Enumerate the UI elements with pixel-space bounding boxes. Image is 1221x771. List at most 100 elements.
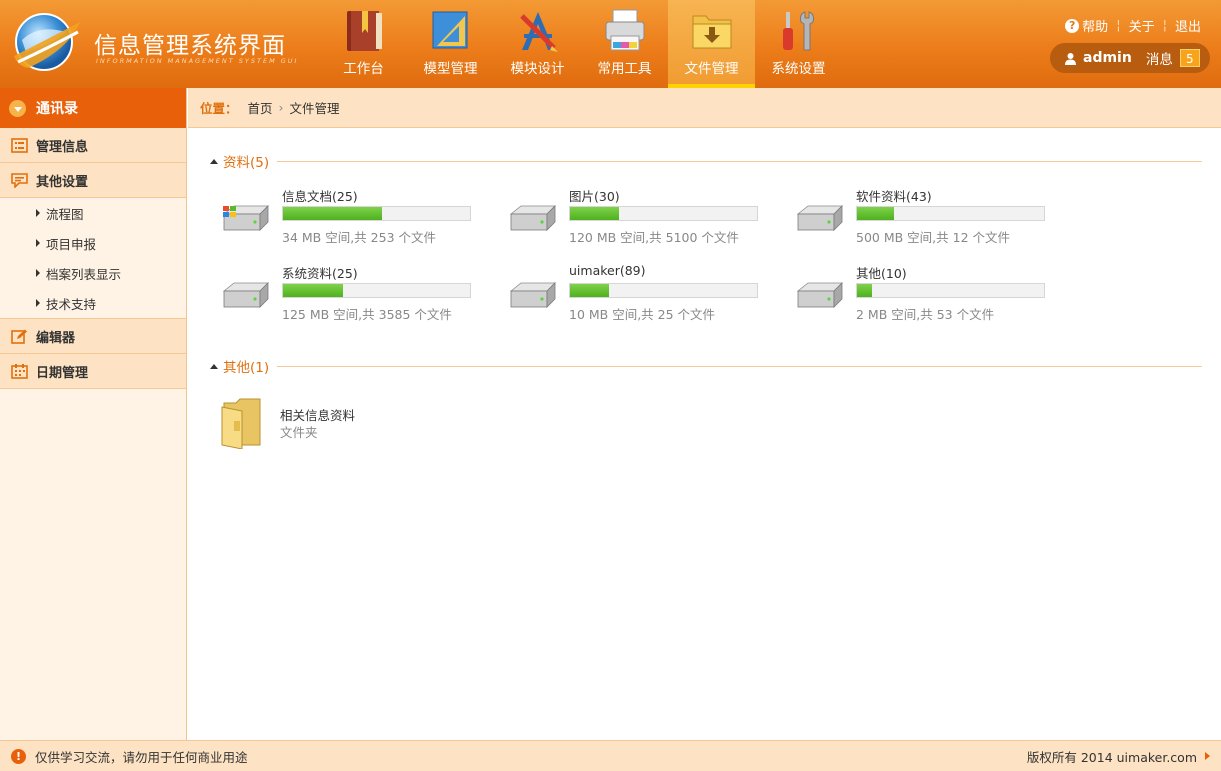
sidebar-subitem-label: 流程图	[46, 206, 84, 222]
collapse-icon	[210, 363, 218, 369]
drive-info: 125 MB 空间,共 3585 个文件	[282, 307, 452, 322]
drive-info: 34 MB 空间,共 253 个文件	[282, 230, 436, 245]
logout-link[interactable]: 退出	[1175, 16, 1201, 35]
nav-label: 常用工具	[597, 61, 652, 77]
chat-icon	[11, 172, 28, 188]
globe-logo-icon	[14, 13, 80, 71]
divider	[277, 365, 1202, 367]
app-title: 信息管理系统界面	[94, 33, 286, 59]
usage-progress-bar	[282, 206, 471, 221]
usage-progress-bar	[282, 283, 471, 298]
usage-progress-fill	[570, 207, 619, 220]
sidebar-item-other-settings[interactable]: 其他设置	[0, 163, 186, 198]
drive-icon	[509, 205, 556, 231]
breadcrumb-prefix: 位置：	[200, 101, 238, 116]
usage-progress-fill	[570, 284, 610, 297]
main-content: 资料(5) 信息文档(25) 34 MB 空间,共 253 个文件 图片(30) 12…	[188, 129, 1221, 740]
sidebar: 通讯录 管理信息 其他设置 流程图 项目申报 档案列表显示 技术支持 编辑器 日…	[0, 88, 187, 740]
help-icon[interactable]: ?	[1065, 18, 1080, 33]
section-title: 其他(1)	[223, 360, 270, 376]
breadcrumb-home-link[interactable]: 首页	[248, 98, 273, 117]
sidebar-item-editor[interactable]: 编辑器	[0, 319, 186, 354]
ruler-icon	[432, 11, 468, 49]
drive-item[interactable]: uimaker(89) 10 MB 空间,共 25 个文件	[507, 263, 787, 323]
sidebar-item-label: 编辑器	[36, 330, 76, 346]
drive-info: 10 MB 空间,共 25 个文件	[569, 307, 716, 322]
caret-right-icon	[36, 269, 40, 277]
sidebar-subitem-project-apply[interactable]: 项目申报	[0, 228, 186, 258]
divider	[277, 160, 1202, 162]
design-tools-icon	[520, 12, 558, 52]
nav-item-system-settings[interactable]: 系统设置	[755, 0, 842, 88]
list-icon	[11, 137, 28, 153]
caret-right-icon	[1205, 752, 1210, 760]
breadcrumb-current: 文件管理	[289, 101, 340, 116]
user-icon	[1065, 52, 1076, 65]
usage-progress-bar	[569, 283, 758, 298]
drive-icon	[796, 282, 843, 308]
sidebar-item-date-management[interactable]: 日期管理	[0, 354, 186, 389]
top-header: 信息管理系统界面 INFORMATION MANAGEMENT SYSTEM G…	[0, 0, 1221, 88]
nav-item-workbench[interactable]: 工作台	[320, 0, 407, 88]
main-nav: 工作台 模型管理 模块设计 常用工具 文件管理 系统设置	[320, 0, 842, 88]
nav-label: 模型管理	[423, 61, 478, 77]
drive-name: 其他(10)	[856, 266, 907, 281]
usage-progress-bar	[856, 206, 1045, 221]
nav-item-tools[interactable]: 常用工具	[581, 0, 668, 88]
nav-item-file-management[interactable]: 文件管理	[668, 0, 755, 88]
drive-item[interactable]: 信息文档(25) 34 MB 空间,共 253 个文件	[220, 186, 500, 246]
sidebar-item-label: 管理信息	[36, 139, 89, 155]
book-icon	[347, 11, 382, 51]
chevron-down-icon	[9, 99, 26, 117]
breadcrumb-separator-icon: ›	[278, 100, 284, 115]
sidebar-subitem-label: 档案列表显示	[46, 266, 122, 282]
drive-name: 软件资料(43)	[856, 189, 932, 204]
drive-item[interactable]: 系统资料(25) 125 MB 空间,共 3585 个文件	[220, 263, 500, 323]
drive-item[interactable]: 图片(30) 120 MB 空间,共 5100 个文件	[507, 186, 787, 246]
folder-item[interactable]: 相关信息资料 文件夹	[220, 397, 420, 453]
nav-item-model[interactable]: 模型管理	[407, 0, 494, 88]
sidebar-submenu: 流程图 项目申报 档案列表显示 技术支持	[0, 198, 186, 319]
nav-label: 系统设置	[771, 61, 826, 77]
nav-label: 模块设计	[510, 61, 565, 77]
caret-right-icon	[36, 209, 40, 217]
printer-icon	[605, 9, 645, 51]
drive-icon	[796, 205, 843, 231]
breadcrumb: 位置： 首页 › 文件管理	[188, 88, 1221, 128]
nav-item-module-design[interactable]: 模块设计	[494, 0, 581, 88]
collapse-icon	[210, 158, 218, 164]
footer-copyright[interactable]: 版权所有 2014 uimaker.com	[1027, 747, 1197, 766]
usage-progress-fill	[857, 207, 895, 220]
edit-icon	[11, 329, 27, 344]
section-other-header[interactable]: 其他(1)	[210, 356, 1202, 376]
drive-item[interactable]: 软件资料(43) 500 MB 空间,共 12 个文件	[794, 186, 1074, 246]
footer: ! 仅供学习交流，请勿用于任何商业用途 版权所有 2014 uimaker.co…	[0, 740, 1221, 771]
folder-type: 文件夹	[280, 425, 318, 440]
help-link[interactable]: 帮助	[1082, 16, 1108, 35]
message-count-badge[interactable]: 5	[1179, 49, 1200, 67]
usage-progress-fill	[283, 207, 383, 220]
drive-name: uimaker(89)	[569, 263, 646, 278]
footer-notice: 仅供学习交流，请勿用于任何商业用途	[35, 749, 248, 765]
sidebar-item-label: 其他设置	[36, 174, 89, 190]
drive-info: 120 MB 空间,共 5100 个文件	[569, 230, 739, 245]
about-link[interactable]: 关于	[1129, 16, 1155, 35]
sidebar-subitem-flowchart[interactable]: 流程图	[0, 198, 186, 228]
calendar-icon	[11, 363, 28, 379]
messages-link[interactable]: 消息	[1146, 48, 1173, 68]
sidebar-subitem-archive-list[interactable]: 档案列表显示	[0, 258, 186, 288]
sidebar-subitem-tech-support[interactable]: 技术支持	[0, 288, 186, 318]
folder-icon	[221, 398, 261, 449]
drive-item[interactable]: 其他(10) 2 MB 空间,共 53 个文件	[794, 263, 1074, 323]
usage-progress-fill	[283, 284, 343, 297]
section-data-header[interactable]: 资料(5)	[210, 151, 1202, 171]
folder-download-icon	[692, 15, 732, 49]
drive-info: 500 MB 空间,共 12 个文件	[856, 230, 1010, 245]
caret-right-icon	[36, 239, 40, 247]
sidebar-header[interactable]: 通讯录	[0, 88, 186, 128]
tools-icon	[783, 11, 814, 51]
sidebar-item-manage-info[interactable]: 管理信息	[0, 128, 186, 163]
username[interactable]: admin	[1083, 50, 1132, 66]
section-title: 资料(5)	[223, 155, 270, 171]
drive-name: 系统资料(25)	[282, 266, 358, 281]
